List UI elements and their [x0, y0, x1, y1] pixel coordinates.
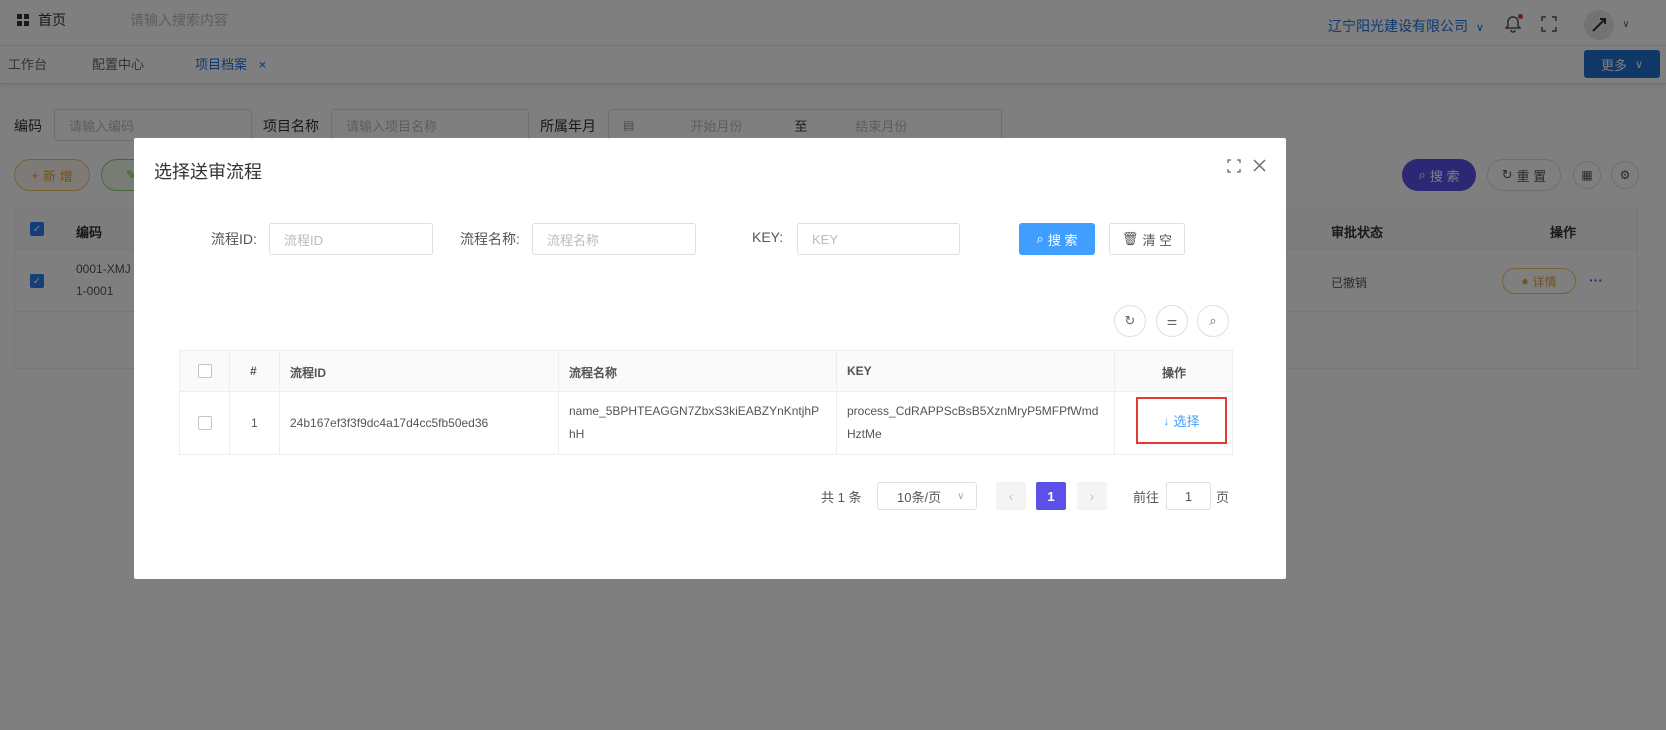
select-action-label: 选择	[1173, 414, 1200, 429]
dialog-clear-button[interactable]: 🗑 清 空	[1109, 223, 1185, 255]
process-table-header	[180, 351, 1232, 391]
dialog-search-label: 搜 索	[1047, 232, 1078, 248]
row-key-line2: HztMe	[847, 427, 882, 441]
trash-icon: 🗑	[1121, 231, 1139, 246]
col-index-header: #	[250, 364, 257, 378]
goto-label: 前往	[1133, 490, 1160, 505]
page-1-button[interactable]: 1	[1036, 482, 1066, 510]
key-input[interactable]: KEY	[797, 223, 960, 255]
search-toggle-icon[interactable]: ⌕	[1197, 305, 1229, 337]
row-checkbox[interactable]	[198, 416, 212, 430]
row-index: 1	[251, 416, 258, 430]
select-process-dialog: 选择送审流程 流程ID: 流程ID 流程名称: 流程名称 KEY: KEY ⌕ …	[134, 138, 1286, 579]
row-process-name-line1: name_5BPHTEAGGN7ZbxS3kiEABZYnKntjhP	[569, 404, 820, 418]
dialog-search-button[interactable]: ⌕ 搜 索	[1019, 223, 1095, 255]
col-divider	[229, 351, 230, 454]
page-size-value: 10条/页	[897, 489, 942, 505]
refresh-icon[interactable]: ↻	[1114, 305, 1146, 337]
select-all-checkbox[interactable]	[198, 364, 212, 378]
col-divider	[1114, 351, 1115, 454]
col-divider	[836, 351, 837, 454]
col-process-id-header: 流程ID	[290, 366, 327, 380]
next-page-button[interactable]: ›	[1077, 482, 1107, 510]
process-id-label: 流程ID:	[211, 231, 257, 247]
process-name-label: 流程名称:	[460, 231, 520, 247]
page-1-label: 1	[1047, 488, 1055, 504]
page-suffix: 页	[1216, 490, 1230, 505]
dialog-clear-label: 清 空	[1142, 232, 1173, 248]
process-id-input[interactable]: 流程ID	[269, 223, 433, 255]
column-settings-icon[interactable]: ⚌	[1156, 305, 1188, 337]
row-process-id: 24b167ef3f3f9dc4a17d4cc5fb50ed36	[290, 416, 489, 430]
process-id-placeholder: 流程ID	[284, 232, 324, 248]
chevron-down-icon: ∨	[957, 490, 965, 502]
page-size-select[interactable]: 10条/页 ∨	[877, 482, 977, 510]
col-key-header: KEY	[847, 364, 872, 378]
key-placeholder: KEY	[812, 231, 839, 247]
key-label: KEY:	[752, 229, 784, 245]
process-table: # 流程ID 流程名称 KEY 操作 1 24b167ef3f3f9dc4a17…	[179, 350, 1233, 455]
search-icon: ⌕	[1036, 231, 1044, 246]
total-count: 共 1 条	[821, 490, 862, 505]
goto-page-input[interactable]: 1	[1166, 482, 1211, 510]
col-divider	[558, 351, 559, 454]
prev-page-button[interactable]: ‹	[996, 482, 1026, 510]
select-action-button[interactable]: ↓ 选择	[1136, 397, 1227, 444]
process-name-placeholder: 流程名称	[547, 232, 600, 248]
select-arrow-icon: ↓	[1163, 413, 1170, 428]
row-process-name-line2: hH	[569, 427, 585, 441]
maximize-icon[interactable]	[1226, 158, 1242, 174]
dialog-title: 选择送审流程	[154, 162, 262, 182]
col-process-name-header: 流程名称	[569, 366, 618, 380]
goto-page-value: 1	[1184, 488, 1193, 504]
col-divider	[279, 351, 280, 454]
header-divider	[180, 391, 1232, 392]
row-key-line1: process_CdRAPPScBsB5XznMryP5MFPfWmd	[847, 404, 1099, 418]
close-icon[interactable]	[1250, 156, 1268, 174]
col-action-header: 操作	[1162, 366, 1187, 380]
process-name-input[interactable]: 流程名称	[532, 223, 696, 255]
